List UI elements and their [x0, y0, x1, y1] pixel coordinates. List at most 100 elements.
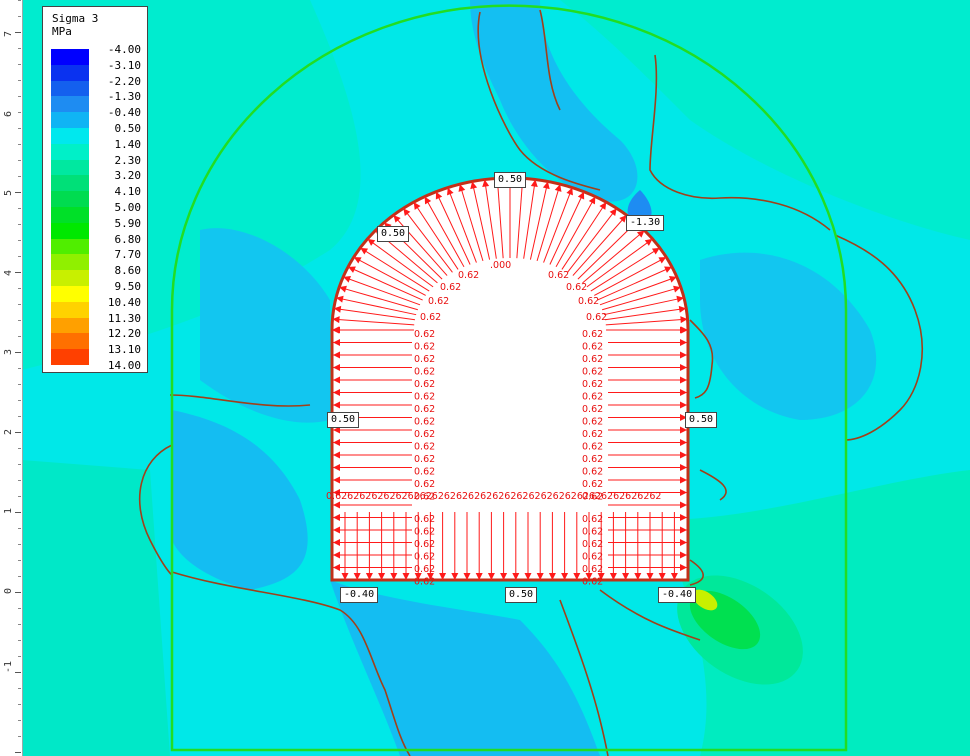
- callout-right-wall[interactable]: 0.50: [685, 412, 718, 428]
- load-label: 0.62: [582, 392, 603, 403]
- callout-bottom-right[interactable]: -0.40: [658, 587, 697, 603]
- ruler-tick: [18, 336, 21, 337]
- legend-entry: 10.40: [43, 294, 147, 318]
- ruler-tick: [15, 592, 21, 593]
- ruler-label: -1: [3, 660, 14, 673]
- load-label: 0.62: [586, 312, 607, 323]
- ruler-tick: [15, 272, 21, 273]
- load-label: 0.62: [428, 296, 449, 307]
- contour-zone-teal-lower-left: [22, 460, 170, 756]
- load-label: 0.62: [414, 367, 435, 378]
- legend-value: 1.40: [114, 137, 142, 151]
- ruler-tick: [18, 640, 21, 641]
- ruler-tick: [18, 496, 21, 497]
- ruler-tick: [18, 560, 21, 561]
- ruler-tick: [18, 224, 21, 225]
- ruler-tick: [18, 304, 21, 305]
- ruler-tick: [18, 176, 21, 177]
- load-label: 0.62: [582, 564, 603, 575]
- legend-entry: 11.30: [43, 310, 147, 334]
- load-label: 0.62: [458, 270, 479, 281]
- ruler-tick: [18, 80, 21, 81]
- load-label: 0.62: [414, 442, 435, 453]
- legend-entry: -4.00: [43, 41, 147, 65]
- legend-value: 7.70: [114, 248, 142, 262]
- load-label: 0.62: [582, 454, 603, 465]
- ruler-tick: [18, 368, 21, 369]
- load-label: 0.62: [414, 404, 435, 415]
- ruler-tick: [18, 208, 21, 209]
- ruler-tick: [18, 288, 21, 289]
- load-label: 0.62: [578, 296, 599, 307]
- callout-floor[interactable]: 0.50: [505, 587, 538, 603]
- load-label: 0.62: [414, 454, 435, 465]
- ruler-tick: [18, 64, 21, 65]
- load-label: 0.62: [582, 577, 603, 588]
- load-label: 0.62: [582, 539, 603, 550]
- ruler-tick: [18, 16, 21, 17]
- legend-unit: MPa: [52, 25, 72, 38]
- legend-entry: 1.40: [43, 136, 147, 160]
- ruler-tick: [15, 752, 21, 753]
- ruler-tick: [18, 416, 21, 417]
- ruler-tick: [18, 160, 21, 161]
- legend-value: 8.60: [114, 264, 142, 278]
- load-label: 0.62: [414, 564, 435, 575]
- load-label: 0.62: [414, 577, 435, 588]
- ruler-tick: [18, 240, 21, 241]
- ruler-label: 4: [3, 269, 14, 276]
- legend-value: 2.30: [114, 153, 142, 167]
- load-row-text: 0.62626262626262626262626262626262626262…: [326, 491, 661, 502]
- load-label: 0.62: [414, 527, 435, 538]
- legend-entry: 14.00: [43, 357, 147, 373]
- legend-entry: -1.30: [43, 88, 147, 113]
- ruler-tick: [15, 432, 21, 433]
- callout-bottom-left[interactable]: -0.40: [340, 587, 379, 603]
- load-label: 0.62: [414, 417, 435, 428]
- ruler-tick: [18, 48, 21, 49]
- legend-entry: 5.00: [43, 199, 147, 223]
- ruler-tick: [18, 480, 21, 481]
- ruler-tick: [18, 736, 21, 737]
- legend-value: 3.20: [114, 169, 142, 183]
- legend-entry: 3.20: [43, 167, 147, 192]
- ruler-tick: [15, 512, 21, 513]
- legend-value: 4.10: [114, 185, 142, 199]
- model-view[interactable]: 0.62 0.62 0.62 0.62 0.62 0.62 0.62 0.62 0.62 0.62…: [0, 0, 970, 756]
- load-label: 0.62: [582, 442, 603, 453]
- legend-value: 12.20: [107, 327, 141, 341]
- callout-crown-left[interactable]: 0.50: [377, 226, 410, 242]
- legend-entry: 12.20: [43, 325, 147, 350]
- ruler-tick: [15, 32, 21, 33]
- ruler-tick: [18, 720, 21, 721]
- ruler-tick: [18, 544, 21, 545]
- ruler-tick: [18, 464, 21, 465]
- ruler-tick: [18, 128, 21, 129]
- legend-value: 6.80: [114, 232, 142, 246]
- load-label: 0.62: [414, 329, 435, 340]
- ruler-tick: [18, 0, 21, 1]
- load-label: 0.62: [414, 467, 435, 478]
- ruler-tick: [18, 96, 21, 97]
- ruler-tick: [18, 112, 21, 113]
- ruler-label: 3: [3, 348, 14, 355]
- load-label: 0.62: [414, 552, 435, 563]
- ruler-tick: [18, 688, 21, 689]
- callout-crown-right[interactable]: -1.30: [626, 215, 665, 231]
- ruler-tick: [18, 704, 21, 705]
- ruler-label: 6: [3, 110, 14, 117]
- load-label: 0.62: [582, 329, 603, 340]
- legend-entry: 8.60: [43, 262, 147, 287]
- callout-left-wall[interactable]: 0.50: [327, 412, 360, 428]
- ruler-tick: [18, 528, 21, 529]
- legend-title: Sigma 3: [52, 12, 99, 25]
- ruler-label: 0: [3, 587, 14, 594]
- ruler-label: 5: [3, 189, 14, 196]
- load-label: 0.62: [414, 379, 435, 390]
- legend-value: -2.20: [107, 74, 141, 88]
- load-label: 0.62: [420, 312, 441, 323]
- callout-crown[interactable]: 0.50: [494, 172, 527, 188]
- ruler-tick: [18, 576, 21, 577]
- legend-value: 11.30: [107, 311, 141, 325]
- load-label: 0.62: [582, 479, 603, 490]
